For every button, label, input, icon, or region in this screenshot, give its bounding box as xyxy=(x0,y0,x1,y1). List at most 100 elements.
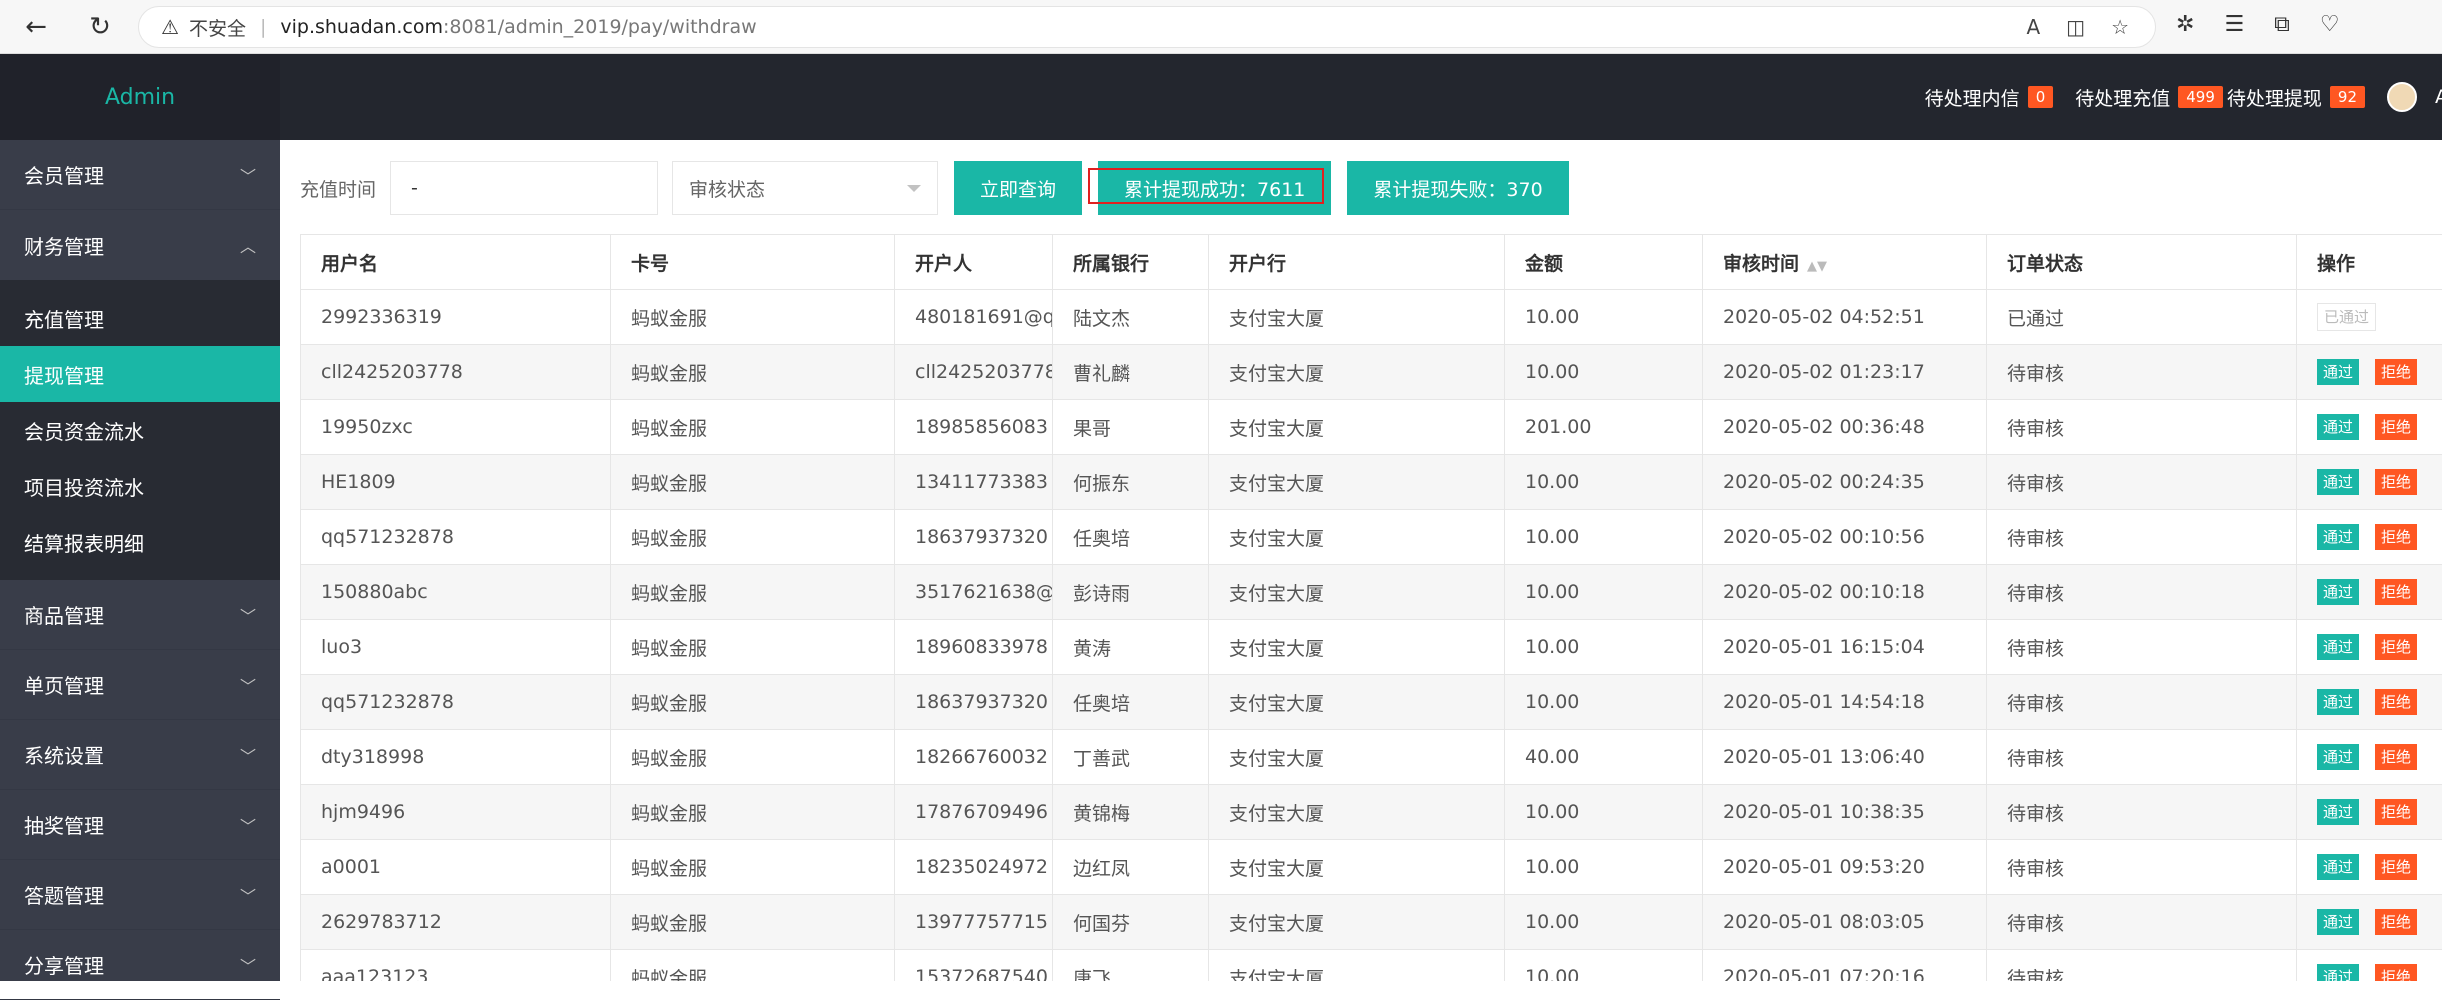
cell-actions: 通过拒绝 xyxy=(2297,510,2442,565)
extensions-icon[interactable]: ✲ xyxy=(2176,12,2194,37)
approve-button[interactable]: 通过 xyxy=(2317,524,2359,550)
cell-branch: 支付宝大厦 xyxy=(1209,455,1505,510)
cell-card: 蚂蚁金服 xyxy=(611,730,895,785)
sidebar-group-finance[interactable]: 财务管理 ︿ xyxy=(0,210,280,280)
reload-icon[interactable]: ↻ xyxy=(80,7,120,47)
approve-button[interactable]: 通过 xyxy=(2317,634,2359,660)
cell-holder: 13977757715 xyxy=(895,895,1053,950)
cell-branch: 支付宝大厦 xyxy=(1209,730,1505,785)
cell-review-time: 2020-05-01 13:06:40 xyxy=(1703,730,1987,785)
approve-button[interactable]: 通过 xyxy=(2317,469,2359,495)
table-header-row: 用户名 卡号 开户人 所属银行 开户行 金额 审核时间▲▼ 订单状态 操作 xyxy=(301,235,2442,290)
table-row: cll2425203778蚂蚁金服cll2425203778曹礼麟支付宝大厦10… xyxy=(301,345,2442,400)
withdraw-fail-total-button[interactable]: 累计提现失败：370 xyxy=(1347,161,1568,215)
sidebar-group-lottery[interactable]: 抽奖管理 ﹀ xyxy=(0,790,280,860)
table-row: 2629783712蚂蚁金服13977757715何国芬支付宝大厦10.0020… xyxy=(301,895,2442,950)
cell-status: 待审核 xyxy=(1987,565,2297,620)
reject-button[interactable]: 拒绝 xyxy=(2375,964,2417,981)
approve-button[interactable]: 通过 xyxy=(2317,909,2359,935)
cell-bank: 黄锦梅 xyxy=(1053,785,1209,840)
reject-button[interactable]: 拒绝 xyxy=(2375,414,2417,440)
reject-button[interactable]: 拒绝 xyxy=(2375,469,2417,495)
notice-badge: 92 xyxy=(2330,86,2365,108)
sidebar-item-settlement-report[interactable]: 结算报表明细 xyxy=(0,514,280,570)
cell-username: cll2425203778 xyxy=(301,345,611,400)
sidebar-item-recharge[interactable]: 充值管理 xyxy=(0,290,280,346)
status-select[interactable]: 审核状态 xyxy=(672,161,938,215)
sidebar-group-label: 答题管理 xyxy=(24,880,104,909)
reject-button[interactable]: 拒绝 xyxy=(2375,689,2417,715)
reject-button[interactable]: 拒绝 xyxy=(2375,579,2417,605)
col-review-time[interactable]: 审核时间▲▼ xyxy=(1703,235,1987,290)
reject-button[interactable]: 拒绝 xyxy=(2375,744,2417,770)
read-aloud-icon[interactable]: A xyxy=(2026,15,2040,39)
reader-view-icon[interactable]: ◫ xyxy=(2066,15,2085,39)
app-logo[interactable]: Admin xyxy=(0,54,280,140)
cell-bank: 任奥培 xyxy=(1053,510,1209,565)
browser-essentials-icon[interactable]: ♡ xyxy=(2320,12,2340,37)
avatar[interactable] xyxy=(2387,82,2417,112)
cell-holder: 480181691@qq xyxy=(895,290,1053,345)
url-host: vip.shuadan.com xyxy=(280,16,443,38)
approve-button[interactable]: 通过 xyxy=(2317,744,2359,770)
reject-button[interactable]: 拒绝 xyxy=(2375,524,2417,550)
cell-status: 待审核 xyxy=(1987,675,2297,730)
cell-username: qq571232878 xyxy=(301,510,611,565)
sidebar-group-settings[interactable]: 系统设置 ﹀ xyxy=(0,720,280,790)
address-bar[interactable]: ⚠ 不安全 | vip.shuadan.com:8081/admin_2019/… xyxy=(138,6,2156,48)
withdraw-table-container[interactable]: 用户名 卡号 开户人 所属银行 开户行 金额 审核时间▲▼ 订单状态 操作 29… xyxy=(300,234,2442,981)
approve-button[interactable]: 通过 xyxy=(2317,964,2359,981)
reject-button[interactable]: 拒绝 xyxy=(2375,634,2417,660)
approve-button[interactable]: 通过 xyxy=(2317,799,2359,825)
sidebar-group-quiz[interactable]: 答题管理 ﹀ xyxy=(0,860,280,930)
approve-button[interactable]: 通过 xyxy=(2317,414,2359,440)
sidebar-item-investment-flow[interactable]: 项目投资流水 xyxy=(0,458,280,514)
sidebar-group-members[interactable]: 会员管理 ﹀ xyxy=(0,140,280,210)
cell-holder: 18235024972 xyxy=(895,840,1053,895)
back-arrow-icon[interactable]: ← xyxy=(16,7,56,47)
cell-username: qq571232878 xyxy=(301,675,611,730)
withdraw-table: 用户名 卡号 开户人 所属银行 开户行 金额 审核时间▲▼ 订单状态 操作 29… xyxy=(300,234,2442,981)
chevron-down-icon: ﹀ xyxy=(240,953,256,977)
sort-icon[interactable]: ▲▼ xyxy=(1807,259,1827,274)
notice-withdraw[interactable]: 待处理提现 92 xyxy=(2227,84,2365,111)
notice-messages[interactable]: 待处理内信 0 xyxy=(1925,84,2054,111)
sidebar-item-withdraw[interactable]: 提现管理 xyxy=(0,346,280,402)
sidebar-group-label: 财务管理 xyxy=(24,231,104,260)
cell-username: dty318998 xyxy=(301,730,611,785)
reject-button[interactable]: 拒绝 xyxy=(2375,854,2417,880)
sidebar-group-products[interactable]: 商品管理 ﹀ xyxy=(0,580,280,650)
user-name[interactable]: A xyxy=(2435,86,2442,108)
cell-actions: 通过拒绝 xyxy=(2297,675,2442,730)
sidebar-group-share[interactable]: 分享管理 ﹀ xyxy=(0,930,280,1000)
reject-button[interactable]: 拒绝 xyxy=(2375,359,2417,385)
cell-branch: 支付宝大厦 xyxy=(1209,290,1505,345)
sidebar-item-fund-flow[interactable]: 会员资金流水 xyxy=(0,402,280,458)
browser-toolbar: ← ↻ ⚠ 不安全 | vip.shuadan.com:8081/admin_2… xyxy=(0,0,2442,54)
chevron-down-icon: ﹀ xyxy=(240,743,256,767)
table-row: dty318998蚂蚁金服18266760032丁善武支付宝大厦40.00202… xyxy=(301,730,2442,785)
cell-review-time: 2020-05-01 09:53:20 xyxy=(1703,840,1987,895)
favorites-list-icon[interactable]: ☰ xyxy=(2224,12,2244,37)
cell-review-time: 2020-05-01 08:03:05 xyxy=(1703,895,1987,950)
cell-status: 待审核 xyxy=(1987,730,2297,785)
approve-button[interactable]: 通过 xyxy=(2317,579,2359,605)
withdraw-success-total-button[interactable]: 累计提现成功：7611 xyxy=(1098,161,1331,215)
query-button[interactable]: 立即查询 xyxy=(954,161,1082,215)
approve-button[interactable]: 通过 xyxy=(2317,359,2359,385)
sidebar-group-pages[interactable]: 单页管理 ﹀ xyxy=(0,650,280,720)
notice-recharge[interactable]: 待处理充值 499 xyxy=(2075,84,2223,111)
cell-username: 2992336319 xyxy=(301,290,611,345)
approve-button[interactable]: 通过 xyxy=(2317,689,2359,715)
time-range-input[interactable]: - xyxy=(390,161,658,215)
reject-button[interactable]: 拒绝 xyxy=(2375,909,2417,935)
chevron-down-icon: ﹀ xyxy=(240,163,256,187)
reject-button[interactable]: 拒绝 xyxy=(2375,799,2417,825)
cell-bank: 边红凤 xyxy=(1053,840,1209,895)
approve-button[interactable]: 通过 xyxy=(2317,854,2359,880)
collections-icon[interactable]: ⧉ xyxy=(2274,12,2290,37)
cell-holder: 3517621638@qq xyxy=(895,565,1053,620)
cell-bank: 陆文杰 xyxy=(1053,290,1209,345)
favorite-star-icon[interactable]: ☆ xyxy=(2111,15,2129,39)
cell-holder: 15372687540 xyxy=(895,950,1053,982)
